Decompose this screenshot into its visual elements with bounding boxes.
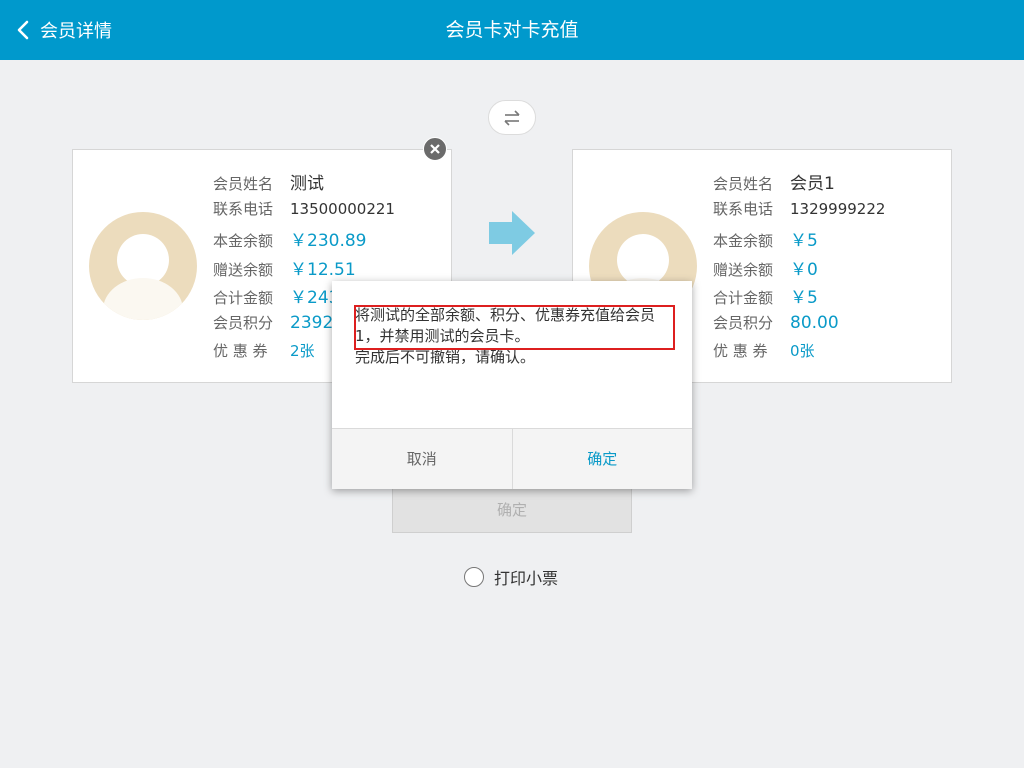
- principal-label: 本金余额: [713, 232, 774, 250]
- name-label: 会员姓名: [713, 175, 774, 193]
- top-bar: 会员详情 会员卡对卡充值: [0, 0, 1024, 60]
- principal-balance: ￥5: [790, 231, 818, 251]
- principal-label: 本金余额: [213, 232, 274, 250]
- arrow-right-icon: [489, 211, 535, 255]
- name-row: 会员姓名 会员1: [713, 169, 885, 198]
- dialog-ok-button[interactable]: 确定: [513, 429, 693, 489]
- gift-balance: ￥0: [790, 259, 818, 280]
- gift-label: 赠送余额: [213, 260, 274, 279]
- phone-row: 联系电话 1329999222: [713, 198, 885, 227]
- page-title: 会员卡对卡充值: [445, 19, 579, 41]
- confirm-button[interactable]: 确定: [392, 488, 632, 533]
- total-label: 合计金额: [713, 289, 774, 307]
- principal-balance: ￥230.89: [290, 231, 367, 251]
- gift-row: 赠送余额 ￥12.51: [213, 255, 395, 284]
- gift-label: 赠送余额: [713, 260, 774, 279]
- dialog-message-warning: 完成后不可撤销，请确认。: [355, 348, 536, 366]
- print-receipt-radio[interactable]: [464, 567, 484, 587]
- gift-balance: ￥12.51: [290, 259, 356, 280]
- points-label: 会员积分: [213, 313, 274, 332]
- name-label: 会员姓名: [213, 175, 274, 193]
- gift-row: 赠送余额 ￥0: [713, 255, 885, 284]
- dialog-message-main: 将测试的全部余额、积分、优惠券充值给会员1，并禁用测试的会员卡。: [355, 306, 656, 345]
- swap-button[interactable]: [488, 100, 536, 135]
- member-phone: 13500000221: [290, 199, 395, 218]
- coupon-count[interactable]: 2张: [290, 340, 315, 361]
- phone-label: 联系电话: [713, 199, 774, 218]
- member-name: 会员1: [790, 174, 835, 194]
- total-label: 合计金额: [213, 289, 274, 307]
- dialog-message: 将测试的全部余额、积分、优惠券充值给会员1，并禁用测试的会员卡。 完成后不可撤销…: [355, 305, 675, 368]
- print-receipt-label: 打印小票: [494, 569, 559, 588]
- phone-row: 联系电话 13500000221: [213, 198, 395, 227]
- member-points: 80.00: [790, 312, 839, 333]
- coupons-row: 优 惠 券 0张: [713, 340, 885, 369]
- print-receipt-option[interactable]: 打印小票: [464, 565, 558, 589]
- close-icon: [430, 144, 440, 154]
- total-row: 合计金额 ￥5: [713, 283, 885, 312]
- principal-row: 本金余额 ￥230.89: [213, 226, 395, 255]
- coupons-label: 优 惠 券: [713, 342, 768, 360]
- phone-label: 联系电话: [213, 199, 274, 218]
- coupon-count[interactable]: 0张: [790, 340, 815, 361]
- dialog-buttons: 取消 确定: [332, 428, 692, 489]
- principal-row: 本金余额 ￥5: [713, 226, 885, 255]
- member-name: 测试: [290, 174, 324, 194]
- avatar: [89, 212, 197, 320]
- coupons-label: 优 惠 券: [213, 342, 268, 360]
- remove-card-button[interactable]: [423, 137, 447, 161]
- points-row: 会员积分 80.00: [713, 312, 885, 341]
- confirm-dialog: 将测试的全部余额、积分、优惠券充值给会员1，并禁用测试的会员卡。 完成后不可撤销…: [332, 281, 692, 489]
- member-phone: 1329999222: [790, 199, 886, 218]
- swap-icon: [504, 109, 520, 126]
- points-label: 会员积分: [713, 313, 774, 332]
- total-amount: ￥5: [790, 288, 818, 308]
- dialog-cancel-button[interactable]: 取消: [332, 429, 513, 489]
- name-row: 会员姓名 测试: [213, 169, 395, 198]
